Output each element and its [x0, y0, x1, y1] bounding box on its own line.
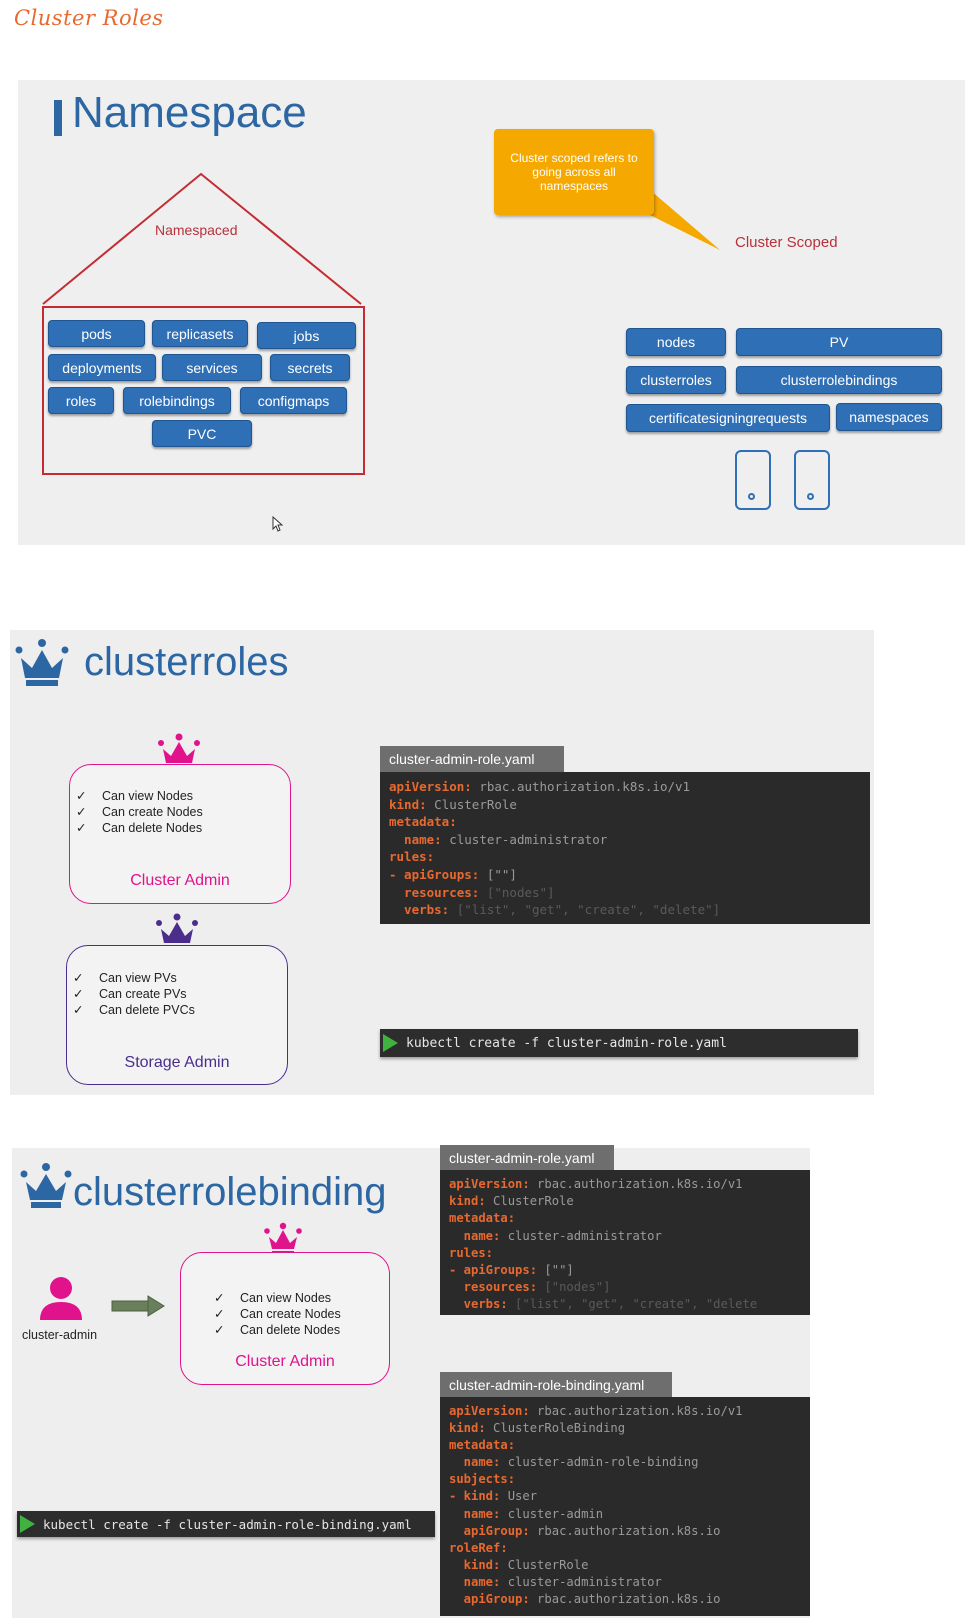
cluster-admin-permissions: ✓ Can view Nodes ✓ Can create Nodes ✓ Can d…: [76, 788, 203, 836]
code-line: rules:: [389, 849, 435, 865]
resource-certificatesigningrequests: certificatesigningrequests: [626, 404, 830, 432]
resource-clusterroles: clusterroles: [626, 366, 726, 394]
code-line: subjects:: [449, 1472, 516, 1487]
list-item: ✓ Can delete PVCs: [73, 1003, 195, 1017]
play-icon: [20, 1515, 35, 1533]
cluster-scoped-label: Cluster Scoped: [735, 234, 838, 251]
mouse-cursor-icon: [272, 516, 284, 532]
resource-nodes: nodes: [626, 328, 726, 356]
code-line: apiVersion: rbac.authorization.k8s.io/v1: [389, 779, 691, 794]
yaml-code-block: apiVersion: rbac.authorization.k8s.io/v1…: [380, 772, 870, 924]
list-item: ✓ Can create PVs: [73, 987, 187, 1001]
play-icon: [383, 1034, 398, 1052]
title-accent-bar: [54, 100, 62, 136]
yaml-code-block: apiVersion: rbac.authorization.k8s.io/v1…: [440, 1397, 810, 1616]
code-line: apiVersion: rbac.authorization.k8s.io/v1: [449, 1177, 743, 1191]
list-item: ✓ Can create Nodes: [76, 805, 203, 819]
code-line: metadata:: [449, 1438, 516, 1453]
yaml-file-tab: cluster-admin-role-binding.yaml: [440, 1372, 672, 1397]
code-line: metadata:: [389, 814, 457, 830]
code-line: name: cluster-admin: [449, 1506, 604, 1521]
phone-icon: [794, 450, 830, 510]
code-line: metadata:: [449, 1211, 516, 1226]
house-outline-icon: [42, 172, 362, 305]
code-line: name: cluster-admin-role-binding: [449, 1455, 699, 1470]
list-item: ✓ Can view Nodes: [214, 1291, 332, 1305]
slide-title-namespace: Namespace: [72, 88, 307, 137]
code-line: kind: ClusterRole: [449, 1194, 574, 1209]
code-line: apiVersion: rbac.authorization.k8s.io/v1: [449, 1404, 743, 1418]
list-item: ✓ Can delete Nodes: [214, 1323, 341, 1337]
list-item: ✓ Can delete Nodes: [76, 821, 203, 835]
list-item: ✓ Can create Nodes: [214, 1307, 341, 1321]
code-line: resources: ["nodes"]: [449, 1280, 611, 1295]
code-line: - kind: User: [449, 1489, 538, 1504]
resource-pv: PV: [736, 328, 942, 356]
code-line: name: cluster-administrator: [389, 831, 608, 847]
command-text: kubectl create -f cluster-admin-role-bin…: [43, 1516, 412, 1532]
resource-clusterrolebindings: clusterrolebindings: [736, 366, 942, 394]
storage-admin-label: Storage Admin: [124, 1054, 230, 1071]
code-line: - apiGroups: [""]: [449, 1263, 574, 1278]
arrow-right-icon: [111, 1295, 165, 1317]
crown-icon: [20, 1163, 72, 1208]
code-line: kind: ClusterRole: [389, 796, 517, 812]
resource-pvc: PVC: [152, 420, 252, 447]
phone-icon: [735, 450, 771, 510]
resource-configmaps: configmaps: [240, 387, 347, 414]
callout-cluster-scoped: Cluster scoped refers to going across al…: [494, 129, 654, 215]
code-line: verbs: ["list", "get", "create", "delete…: [389, 902, 721, 918]
resource-replicasets: replicasets: [152, 320, 248, 347]
resource-jobs: jobs: [257, 322, 356, 349]
code-line: rules:: [449, 1245, 494, 1260]
resource-services: services: [162, 354, 262, 381]
code-line: apiGroup: rbac.authorization.k8s.io: [449, 1523, 721, 1538]
resource-roles: roles: [48, 387, 114, 414]
user-icon: [40, 1277, 82, 1320]
yaml-file-tab: cluster-admin-role.yaml: [440, 1145, 614, 1170]
cluster-admin-label: Cluster Admin: [235, 1353, 335, 1370]
code-line: name: cluster-administrator: [449, 1228, 662, 1243]
yaml-code-block: apiVersion: rbac.authorization.k8s.io/v1…: [440, 1170, 810, 1315]
resource-pods: pods: [48, 320, 145, 347]
command-text: kubectl create -f cluster-admin-role.yam…: [406, 1035, 727, 1051]
yaml-file-tab: cluster-admin-role.yaml: [380, 746, 564, 772]
namespaced-label: Namespaced: [155, 222, 238, 238]
code-line: verbs: ["list", "get", "create", "delete: [449, 1297, 758, 1312]
resource-namespaces: namespaces: [836, 403, 942, 431]
cluster-admin-permissions: ✓ Can view Nodes ✓ Can create Nodes ✓ Can d…: [214, 1290, 341, 1338]
storage-admin-permissions: ✓ Can view PVs ✓ Can create PVs ✓ Can delet…: [73, 970, 195, 1018]
code-line: name: cluster-administrator: [449, 1574, 662, 1589]
slide-title-clusterroles: clusterroles: [84, 640, 289, 684]
list-item: ✓ Can view Nodes: [76, 789, 194, 803]
code-line: - apiGroups: [""]: [389, 866, 517, 882]
resource-secrets: secrets: [270, 354, 350, 381]
list-item: ✓ Can view PVs: [73, 971, 177, 985]
user-label: cluster-admin: [22, 1328, 98, 1342]
command-bar: kubectl create -f cluster-admin-role-bin…: [17, 1511, 435, 1537]
slide-title-clusterrolebinding: clusterrolebinding: [73, 1170, 387, 1214]
code-line: kind: ClusterRoleBinding: [449, 1421, 626, 1436]
crown-icon: [15, 639, 69, 686]
resource-rolebindings: rolebindings: [123, 387, 231, 414]
cluster-admin-label: Cluster Admin: [130, 872, 230, 889]
code-line: resources: ["nodes"]: [389, 884, 555, 900]
code-line: kind: ClusterRole: [449, 1557, 589, 1572]
page-title: Cluster Roles: [14, 6, 164, 30]
command-bar: kubectl create -f cluster-admin-role.yam…: [380, 1029, 858, 1057]
resource-deployments: deployments: [48, 354, 156, 381]
code-line: roleRef:: [449, 1540, 508, 1555]
code-line: apiGroup: rbac.authorization.k8s.io: [449, 1592, 721, 1607]
